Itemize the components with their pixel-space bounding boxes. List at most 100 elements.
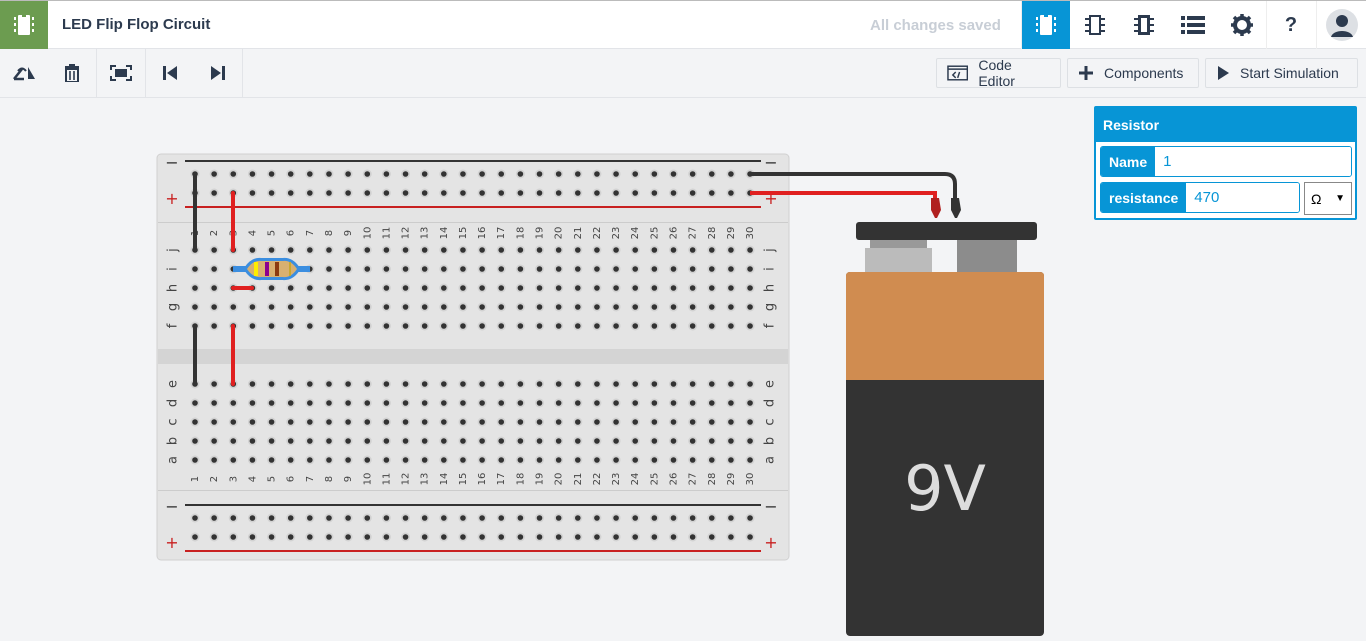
battery-terminal xyxy=(957,237,1017,273)
hole xyxy=(383,381,390,387)
rotate-button[interactable] xyxy=(0,49,48,97)
hole xyxy=(498,304,505,310)
hole xyxy=(747,304,753,310)
column-number: 14 xyxy=(439,473,450,486)
hole xyxy=(575,266,581,272)
column-number: 22 xyxy=(592,227,603,240)
user-menu[interactable] xyxy=(1316,1,1366,49)
hole xyxy=(613,190,619,196)
hole xyxy=(689,171,696,177)
resistor-band xyxy=(265,262,269,276)
list-icon xyxy=(1180,16,1205,34)
hole xyxy=(402,304,409,310)
row-letter: e xyxy=(763,380,778,388)
row-letter: i xyxy=(763,267,778,271)
step-back-icon xyxy=(163,66,177,80)
hole xyxy=(192,515,198,521)
column-number: 30 xyxy=(745,473,756,486)
column-number: 16 xyxy=(477,473,488,486)
app-logo[interactable] xyxy=(0,1,48,49)
step-forward-button[interactable] xyxy=(194,49,242,97)
hole xyxy=(268,285,275,291)
hole xyxy=(268,381,275,387)
hole xyxy=(307,247,313,253)
settings-button[interactable] xyxy=(1217,1,1266,49)
column-number: 24 xyxy=(630,227,641,240)
circuit-view-icon xyxy=(1036,15,1056,35)
hole xyxy=(249,171,256,177)
unit-value: Ω xyxy=(1311,190,1322,207)
column-number: 1 xyxy=(190,476,201,482)
help-button[interactable]: ? xyxy=(1266,1,1315,49)
hole xyxy=(594,190,600,196)
hole xyxy=(632,438,639,444)
column-number: 23 xyxy=(611,473,622,486)
hole xyxy=(479,323,485,329)
list-button[interactable] xyxy=(1168,1,1217,49)
hole xyxy=(383,534,390,540)
resistor-band xyxy=(254,262,258,276)
hole xyxy=(536,285,543,291)
hole xyxy=(613,457,619,463)
hole xyxy=(211,171,217,177)
hole xyxy=(708,438,715,444)
rail-sign: + xyxy=(165,533,178,552)
hole xyxy=(594,304,600,310)
column-number: 20 xyxy=(554,473,565,486)
hole xyxy=(441,515,447,521)
hole xyxy=(747,438,753,444)
delete-button[interactable] xyxy=(48,49,96,97)
schematic-view-button[interactable] xyxy=(1070,1,1119,49)
step-back-button[interactable] xyxy=(146,49,194,97)
hole xyxy=(268,247,275,253)
hole xyxy=(326,419,332,425)
hole xyxy=(536,247,543,253)
hole xyxy=(268,457,275,463)
hole xyxy=(364,400,371,406)
column-number: 3 xyxy=(228,476,239,482)
hole xyxy=(211,400,217,406)
hole xyxy=(479,515,485,521)
hole xyxy=(326,534,332,540)
start-simulation-button[interactable]: Start Simulation xyxy=(1205,58,1358,88)
row-letter: d xyxy=(763,399,778,407)
name-input[interactable] xyxy=(1155,147,1351,176)
hole xyxy=(192,534,198,540)
component-list-button[interactable] xyxy=(1119,1,1168,49)
hole xyxy=(345,304,351,310)
hole xyxy=(460,438,466,444)
column-number: 13 xyxy=(420,227,431,240)
hole xyxy=(689,515,696,521)
hole xyxy=(536,438,543,444)
rail-line xyxy=(185,504,761,506)
rotate-icon xyxy=(13,67,35,81)
resistance-input[interactable] xyxy=(1186,183,1299,212)
hole xyxy=(326,171,332,177)
circuit-view-button[interactable] xyxy=(1021,1,1070,49)
hole xyxy=(708,190,715,196)
hole xyxy=(517,438,524,444)
resistor-inspector: Resistor Name resistance Ω▼ xyxy=(1094,106,1357,220)
column-number: 17 xyxy=(496,227,507,240)
hole xyxy=(517,534,524,540)
hole xyxy=(326,247,332,253)
hole xyxy=(498,266,505,272)
hole xyxy=(230,419,237,425)
resistor-band xyxy=(275,262,279,276)
circuit-icon xyxy=(14,15,34,35)
hole xyxy=(670,400,677,406)
fit-view-button[interactable] xyxy=(97,49,145,97)
hole xyxy=(536,171,543,177)
code-editor-button[interactable]: Code Editor xyxy=(936,57,1061,89)
hole xyxy=(747,285,753,291)
hole xyxy=(345,457,351,463)
project-title[interactable]: LED Flip Flop Circuit xyxy=(62,16,210,33)
divider xyxy=(158,490,788,491)
components-button[interactable]: Components xyxy=(1067,58,1199,88)
hole xyxy=(268,400,275,406)
unit-select[interactable]: Ω ▼ xyxy=(1304,182,1352,215)
hole xyxy=(536,534,543,540)
rail-line xyxy=(185,160,761,162)
hole xyxy=(211,304,217,310)
hole xyxy=(441,304,447,310)
